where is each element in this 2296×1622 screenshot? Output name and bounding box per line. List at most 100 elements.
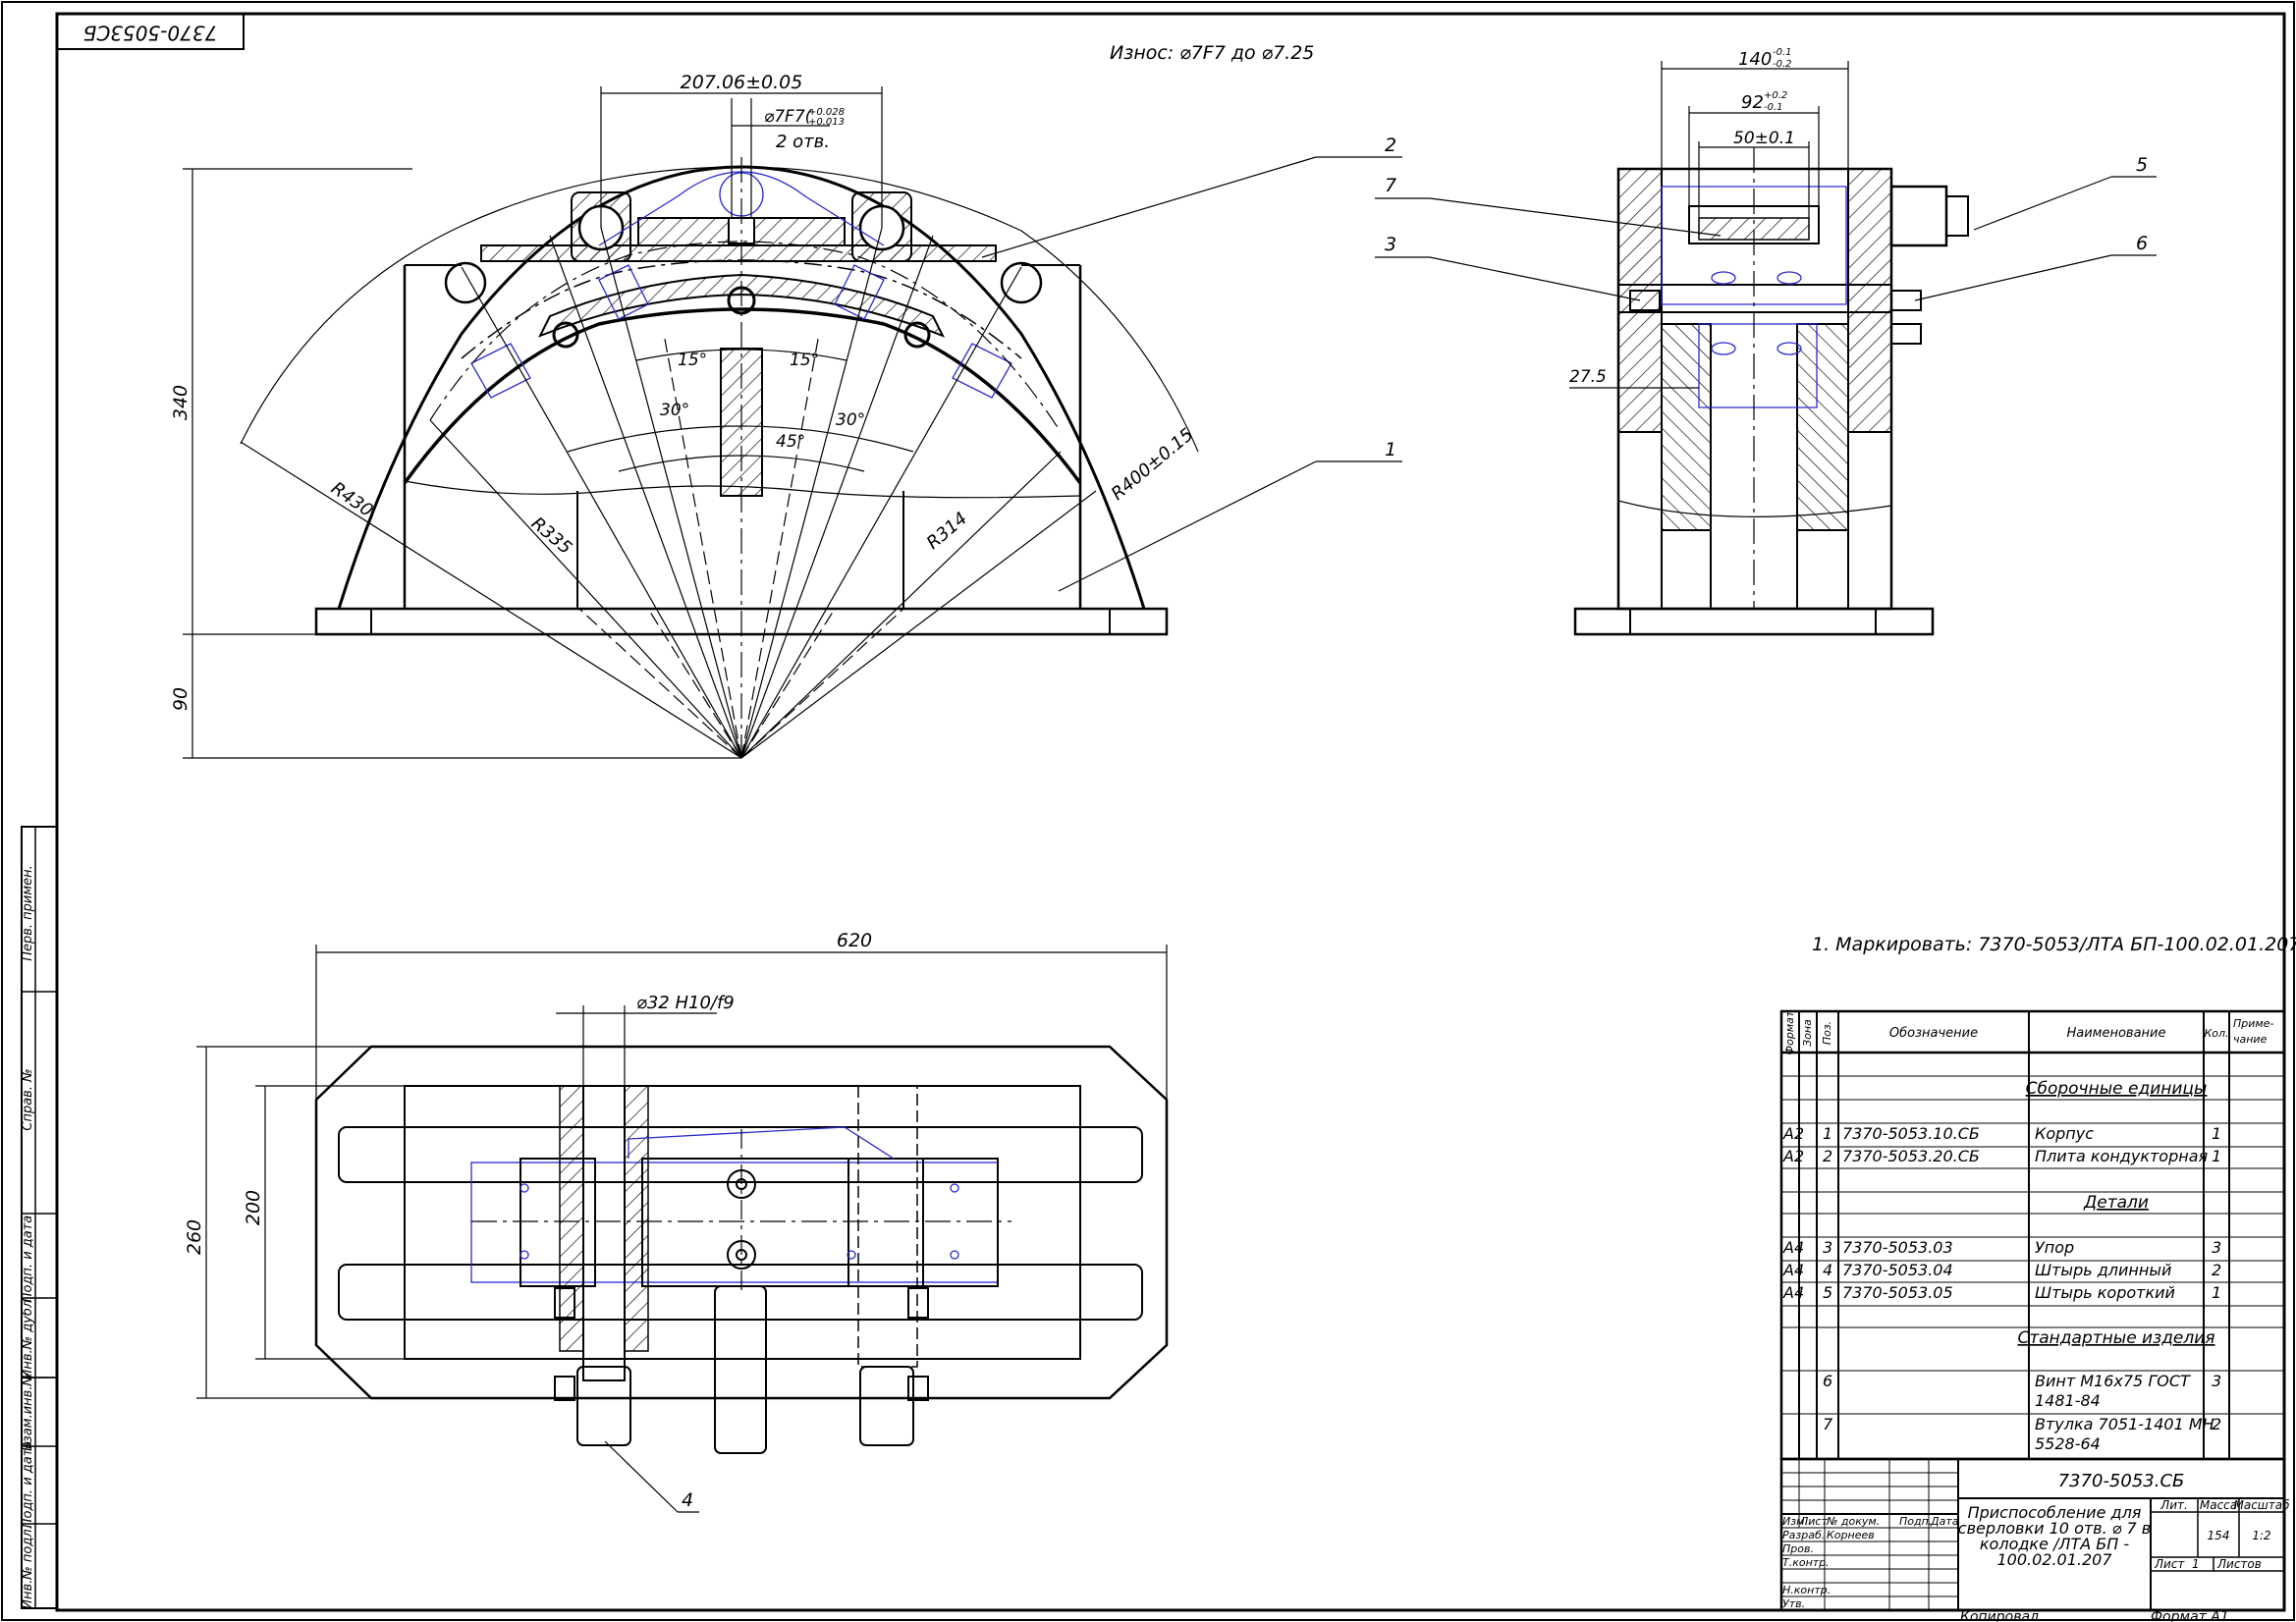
svg-text:3: 3 [2212,1238,2221,1257]
svg-text:Подп.: Подп. [1899,1515,1932,1528]
dim-340: 340 [170,385,191,420]
copied-label: Копировал [1960,1609,2039,1622]
svg-text:Корнеев: Корнеев [1827,1529,1875,1541]
strip-label-podp1: Подп. и дата [21,1216,35,1303]
svg-text:Разраб.: Разраб. [1782,1529,1825,1541]
table-row: A2 1 7370-5053.10.СБ Корпус 1 [1782,1124,2221,1143]
callout-2: 2 [1385,135,1396,156]
th-designation: Обозначение [1889,1026,1978,1041]
svg-text:Плита кондукторная: Плита кондукторная [2035,1147,2209,1165]
sheet-outer-border [1,1,2295,1621]
svg-text:3: 3 [2212,1372,2221,1390]
side-view: 140 -0.1 -0.2 92 +0.2 -0.1 50±0.1 27.5 7… [1375,47,2157,636]
th-zone: Зона [1801,1019,1814,1047]
svg-text:Листов: Листов [2216,1557,2262,1571]
svg-text:4: 4 [1823,1261,1832,1279]
table-row: A4 3 7370-5053.03 Упор 3 [1782,1238,2221,1257]
svg-text:Штырь длинный: Штырь длинный [2035,1261,2171,1279]
dim-hole-tol-dn: +0.013 [808,117,845,128]
svg-text:A4: A4 [1782,1261,1804,1279]
svg-text:3: 3 [1823,1238,1832,1257]
svg-text:Лист: Лист [2154,1557,2185,1571]
format-label: Формат А1 [2151,1609,2229,1622]
title-block: 7370-5053.СБ Приспособление для сверловк… [1779,1457,2290,1612]
svg-text:Пров.: Пров. [1782,1542,1814,1555]
strip-label-sprav: Справ. № [21,1068,35,1130]
strip-label-podl: Инв.№ подл. [21,1525,35,1609]
angle-45: 45° [776,432,805,452]
svg-text:2: 2 [1823,1147,1832,1165]
svg-text:№ докум.: № докум. [1826,1515,1880,1528]
svg-text:Лист: Лист [1799,1515,1828,1528]
svg-text:1: 1 [2192,1557,2200,1571]
radius-314: R314 [923,509,971,554]
svg-text:Масса: Масса [2200,1498,2237,1512]
top-stamp: 7370-5053СБ [83,22,218,45]
angle-30-left: 30° [660,401,689,420]
svg-text:A2: A2 [1782,1147,1804,1165]
section-parts: Детали [2083,1193,2149,1213]
dim-hole: ⌀7F7( [764,107,813,127]
plan-outline [314,1045,1169,1400]
angle-15-left: 15° [678,351,707,370]
section-standard: Стандартные изделия [2017,1328,2214,1348]
svg-text:7370-5053.04: 7370-5053.04 [1842,1261,1953,1279]
callout-4: 4 [682,1489,693,1511]
svg-text:A2: A2 [1782,1124,1804,1143]
table-row: A2 2 7370-5053.20.СБ Плита кондукторная … [1782,1147,2221,1165]
radius-400: R400±0.15 [1108,424,1198,505]
svg-text:5528-64: 5528-64 [2035,1434,2101,1453]
th-note1: Приме- [2233,1017,2273,1030]
dim-hole-count: 2 отв. [776,132,830,152]
strip-label-dubl: Инв.№ дубл. [21,1296,35,1379]
svg-text:6: 6 [1823,1372,1832,1390]
callout-1: 1 [1385,439,1396,460]
svg-text:Утв.: Утв. [1782,1597,1805,1610]
svg-text:154: 154 [2208,1529,2230,1542]
svg-text:Упор: Упор [2035,1238,2074,1257]
th-format: Формат [1783,1010,1796,1054]
callout-7: 7 [1385,175,1396,196]
svg-text:5: 5 [1823,1283,1832,1302]
angle-30-right: 30° [836,410,865,430]
dim-92-up: +0.2 [1764,90,1787,101]
table-row: A4 5 7370-5053.05 Штырь короткий 1 [1782,1283,2221,1302]
svg-text:2: 2 [2212,1415,2221,1433]
th-name: Наименование [2066,1026,2165,1041]
dim-200: 200 [243,1190,264,1225]
dim-pin: ⌀32 H10/f9 [636,993,735,1013]
svg-text:7: 7 [1823,1415,1833,1433]
strip-label-perv: Перв. примен. [21,865,35,961]
doc-code: 7370-5053.СБ [2058,1471,2185,1491]
table-row: 6 Винт М16х75 ГОСТ 1481-84 3 [1823,1372,2221,1410]
svg-text:7370-5053.05: 7370-5053.05 [1842,1283,1953,1302]
radius-430: R430 [327,478,376,521]
left-strip: Перв. примен. Справ. № Подп. и дата Инв.… [21,826,58,1609]
svg-text:Масштаб: Масштаб [2233,1498,2290,1512]
dim-260: 260 [184,1219,205,1255]
marking-note: 1. Маркировать: 7370-5053/ЛТА БП-100.02.… [1812,934,2296,955]
dim-27: 27.5 [1569,367,1607,387]
svg-text:Втулка 7051-1401 МН: Втулка 7051-1401 МН [2035,1415,2214,1433]
svg-text:1481-84: 1481-84 [2035,1391,2101,1410]
title-line-4: 100.02.01.207 [1996,1550,2112,1569]
svg-text:Дата: Дата [1930,1515,1959,1528]
svg-text:Корпус: Корпус [2035,1124,2094,1143]
spec-table: Формат Зона Поз. Обозначение Наименовани… [1779,1009,2286,1461]
table-row: A4 4 7370-5053.04 Штырь длинный 2 [1782,1261,2221,1279]
callout-6: 6 [2136,233,2148,254]
engineering-drawing: 7370-5053СБ Перв. примен. Справ. № Подп.… [1,1,2296,1622]
svg-text:Винт М16х75 ГОСТ: Винт М16х75 ГОСТ [2035,1372,2191,1390]
dim-90: 90 [170,687,191,711]
svg-text:Т.контр.: Т.контр. [1782,1556,1830,1569]
th-pos: Поз. [1821,1021,1833,1045]
angle-15-right: 15° [790,351,819,370]
svg-text:1: 1 [2212,1147,2221,1165]
svg-text:7370-5053.20.СБ: 7370-5053.20.СБ [1842,1147,1980,1165]
dim-620: 620 [837,930,872,951]
plan-view: 620 ⌀32 H10/f9 260 200 4 [184,930,1169,1513]
th-qty: Кол. [2204,1027,2228,1040]
dim-92-dn: -0.1 [1764,102,1783,113]
svg-text:2: 2 [2212,1261,2221,1279]
dim-50: 50±0.1 [1733,129,1795,148]
